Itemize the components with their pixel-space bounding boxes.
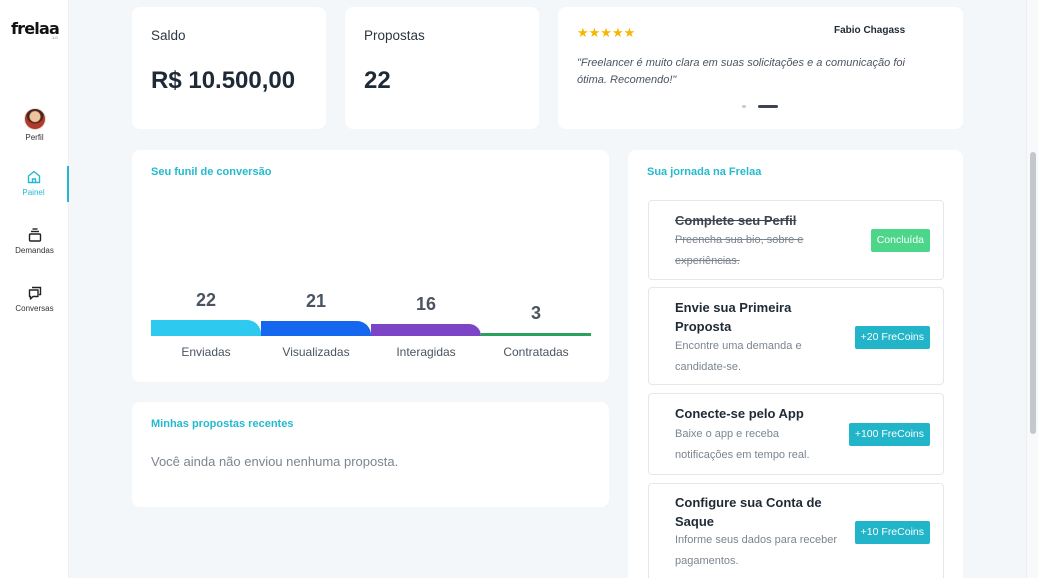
home-icon: [27, 170, 40, 184]
funnel-value: 21: [305, 291, 327, 311]
reviewer-name: Fabio Chagass: [834, 25, 906, 36]
page-scrollbar[interactable]: [1026, 0, 1038, 578]
task-reward-badge: +10 FreCoins: [854, 521, 930, 544]
task-title: Complete seu Perfil: [675, 213, 797, 228]
funnel-bar: [371, 324, 481, 336]
funnel-card: Seu funil de conversão 22 Enviadas 21 Visua…: [132, 150, 609, 382]
sidebar-item-conversas[interactable]: Conversas: [0, 285, 69, 313]
sidebar-item-demandas[interactable]: Demandas: [0, 227, 69, 255]
journey-title: Sua jornada na Frelaa: [647, 166, 762, 178]
sidebar-item-label: Perfil: [25, 133, 44, 142]
task-status-badge: Concluída: [870, 229, 930, 252]
propostas-card: Propostas 22: [345, 7, 539, 129]
propostas-label: Propostas: [364, 28, 425, 43]
task-complete-profile[interactable]: Complete seu Perfil Preencha sua bio, so…: [648, 200, 944, 280]
funnel-bar: [151, 320, 261, 336]
funnel-label: Contratadas: [503, 345, 569, 359]
review-card: ★★★★★ Fabio Chagass "Freelancer é muito …: [558, 7, 963, 129]
funnel-value: 3: [530, 303, 541, 323]
task-desc: Informe seus dados para receber pagament…: [675, 534, 838, 567]
task-reward-badge: +100 FreCoins: [848, 423, 930, 446]
funnel-value: 16: [415, 294, 437, 314]
funnel-bar: [261, 321, 371, 336]
sidebar: frelaa 1.0 Perfil Painel Demandas Conver…: [0, 0, 69, 578]
sidebar-item-label: Demandas: [15, 246, 54, 255]
avatar: [23, 108, 46, 130]
task-desc: Preencha sua bio, sobre e experiências.: [675, 234, 804, 267]
carousel-dot[interactable]: [742, 105, 746, 108]
task-desc: Encontre uma demanda e candidate-se.: [675, 340, 802, 373]
funnel-value: 22: [195, 290, 217, 310]
saldo-card: Saldo R$ 10.500,00: [132, 7, 326, 129]
propostas-value: 22: [364, 67, 391, 94]
review-text: "Freelancer é muito clara em suas solici…: [577, 57, 905, 86]
sidebar-item-perfil[interactable]: Perfil: [0, 108, 69, 142]
rating-stars: ★★★★★: [577, 25, 636, 40]
chat-icon: [28, 286, 41, 300]
task-withdraw-account[interactable]: Configure sua Conta de Saque Informe seu…: [648, 483, 944, 578]
task-desc: Baixe o app e receba notificações em tem…: [675, 428, 810, 461]
saldo-label: Saldo: [151, 28, 186, 43]
recent-proposals-card: Minhas propostas recentes Você ainda não…: [132, 402, 609, 507]
sidebar-item-label: Conversas: [15, 304, 54, 313]
task-first-proposal[interactable]: Envie sua Primeira Proposta Encontre uma…: [648, 287, 944, 385]
journey-card: Sua jornada na Frelaa Complete seu Perfi…: [628, 150, 963, 578]
logo-version: 1.0: [52, 35, 58, 40]
task-connect-app[interactable]: Conecte-se pelo App Baixe o app e receba…: [648, 393, 944, 475]
task-title: Conecte-se pelo App: [675, 406, 804, 421]
sidebar-item-label: Painel: [22, 188, 45, 197]
empty-state-text: Você ainda não enviou nenhuma proposta.: [151, 454, 399, 469]
task-title: Configure sua Conta de Saque: [675, 495, 822, 529]
recent-proposals-title: Minhas propostas recentes: [151, 418, 294, 430]
funnel-label: Visualizadas: [282, 345, 350, 359]
saldo-value: R$ 10.500,00: [151, 67, 296, 94]
funnel-label: Enviadas: [181, 345, 231, 359]
task-reward-badge: +20 FreCoins: [854, 326, 930, 349]
funnel-title: Seu funil de conversão: [151, 166, 272, 178]
task-title: Envie sua Primeira Proposta: [675, 300, 792, 334]
funnel-bar: [481, 333, 591, 336]
layers-icon: [28, 228, 41, 242]
funnel-label: Interagidas: [396, 345, 456, 359]
carousel-dot-active[interactable]: [758, 105, 778, 108]
scrollbar-thumb[interactable]: [1030, 152, 1036, 434]
sidebar-item-painel[interactable]: Painel: [0, 166, 69, 202]
